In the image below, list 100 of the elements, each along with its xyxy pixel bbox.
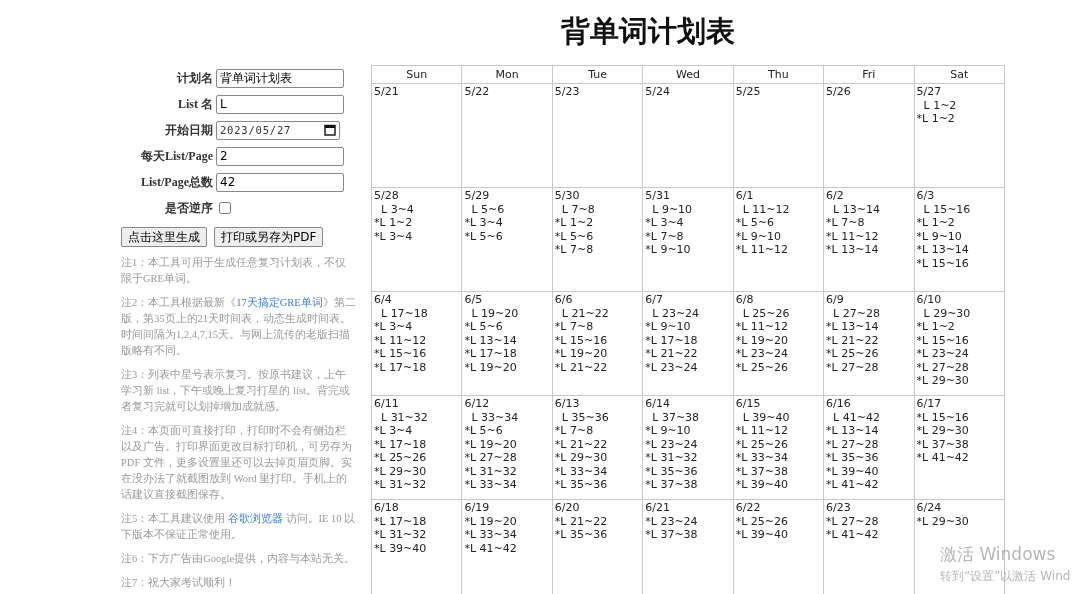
- review-entry: *L 41~42: [826, 478, 880, 492]
- review-entry: *L 13~14: [916, 243, 970, 257]
- new-list-entry: L 19~20: [470, 306, 520, 320]
- new-list-entry: L 13~14: [832, 202, 881, 216]
- weekday-header: Tue: [552, 65, 643, 84]
- checkbox[interactable]: [219, 202, 231, 214]
- new-list-entry: L 29~30: [922, 306, 972, 320]
- review-entry: *L 33~34: [554, 464, 609, 478]
- note-text: 注3：列表中星号表示复习。按原书建议，上午学习新 list，下午或晚上复习打星的 list。背完或者复习完就可以划掉增加成就感。: [121, 368, 351, 414]
- text-field[interactable]: 42: [216, 172, 344, 192]
- day-date: 6/3: [916, 189, 936, 203]
- review-entry: *L 11~12: [374, 333, 428, 347]
- review-entry: *L 11~12: [826, 229, 880, 243]
- review-entry: *L 17~18: [374, 360, 428, 374]
- weekday-header: Sat: [914, 65, 1005, 84]
- review-entry: *L 5~6: [464, 229, 504, 243]
- review-entry: *L 21~22: [554, 360, 609, 374]
- text-field[interactable]: 背单词计划表: [216, 68, 344, 88]
- review-entry: *L 27~28: [826, 437, 880, 451]
- review-entry: *L 21~22: [554, 514, 609, 528]
- review-entry: *L 1~2: [916, 216, 956, 230]
- text-field[interactable]: 2: [216, 146, 344, 166]
- review-entry: *L 7~8: [554, 424, 595, 438]
- field-label: 每天List/Page: [140, 147, 213, 165]
- review-entry: *L 29~30: [374, 464, 428, 478]
- day-date: 6/9: [826, 293, 845, 307]
- day-date: 5/21: [374, 85, 400, 99]
- note-text: 注4：本页面可直接打印，打印时不会有侧边栏以及广告。打印界面更改目标打印机，可另存为 PDF 文件，更多设置里还可以去掉页眉页脚。实在没办法了就截图放到 Word 里打印。手机上的话建议直接截图保存。: [121, 424, 353, 502]
- print-button[interactable]: 打印或另存为PDF: [214, 227, 324, 247]
- day-date: 5/26: [826, 85, 852, 99]
- day-date: 6/15: [735, 397, 762, 411]
- review-entry: *L 35~36: [826, 451, 880, 465]
- review-entry: *L 27~28: [464, 451, 518, 465]
- new-list-entry: L 35~36: [560, 410, 610, 424]
- review-entry: *L 13~14: [826, 424, 880, 438]
- review-entry: *L 39~40: [374, 541, 428, 555]
- review-entry: *L 1~2: [916, 112, 956, 126]
- review-entry: *L 37~38: [916, 437, 970, 451]
- review-entry: *L 7~8: [826, 216, 866, 230]
- review-entry: *L 19~20: [554, 347, 609, 361]
- day-date: 6/14: [645, 397, 671, 411]
- review-entry: *L 11~12: [735, 320, 790, 334]
- review-entry: *L 39~40: [826, 464, 880, 478]
- review-entry: *L 27~28: [826, 360, 880, 374]
- review-entry: *L 29~30: [916, 424, 970, 438]
- review-entry: *L 5~6: [464, 320, 504, 334]
- generate-button[interactable]: 点击这里生成: [121, 227, 207, 247]
- review-entry: *L 41~42: [464, 541, 518, 555]
- new-list-entry: L 39~40: [741, 410, 791, 424]
- review-entry: *L 15~16: [916, 256, 970, 270]
- review-entry: *L 33~34: [464, 528, 518, 542]
- day-date: 5/23: [554, 85, 581, 99]
- calendar-icon[interactable]: [324, 124, 336, 136]
- review-entry: *L 37~38: [735, 464, 790, 478]
- review-entry: *L 35~36: [554, 528, 609, 542]
- review-entry: *L 3~4: [374, 424, 414, 438]
- review-entry: *L 31~32: [374, 528, 428, 542]
- date-field[interactable]: 2023/05/27: [216, 120, 340, 140]
- review-entry: *L 9~10: [645, 243, 692, 257]
- review-entry: *L 9~10: [916, 229, 963, 243]
- review-entry: *L 9~10: [645, 424, 692, 438]
- day-date: 6/21: [645, 501, 671, 515]
- review-entry: *L 19~20: [464, 514, 518, 528]
- review-entry: *L 15~16: [916, 333, 970, 347]
- review-entry: *L 7~8: [554, 243, 595, 257]
- review-entry: *L 5~6: [735, 216, 776, 230]
- day-date: 6/2: [826, 189, 845, 203]
- day-date: 6/19: [464, 501, 491, 515]
- review-entry: *L 19~20: [464, 437, 518, 451]
- new-list-entry: L 31~32: [380, 410, 429, 424]
- new-list-entry: L 3~4: [380, 202, 415, 216]
- review-entry: *L 13~14: [464, 333, 518, 347]
- review-entry: *L 9~10: [735, 229, 783, 243]
- review-entry: *L 9~10: [645, 320, 692, 334]
- review-entry: *L 39~40: [735, 478, 790, 492]
- day-date: 6/18: [374, 501, 400, 515]
- review-entry: *L 21~22: [645, 347, 699, 361]
- day-date: 6/13: [554, 397, 581, 411]
- review-entry: *L 15~16: [554, 333, 609, 347]
- review-entry: *L 1~2: [916, 320, 956, 334]
- day-date: 6/12: [464, 397, 491, 411]
- day-date: 6/5: [464, 293, 484, 307]
- note-link[interactable]: 谷歌浏览器: [227, 513, 283, 524]
- note-link[interactable]: 17天搞定GRE单词: [236, 297, 323, 308]
- new-list-entry: L 7~8: [560, 202, 596, 216]
- day-date: 6/23: [826, 501, 852, 515]
- day-date: 5/30: [554, 189, 581, 203]
- review-entry: *L 7~8: [554, 320, 595, 334]
- day-date: 6/10: [916, 293, 943, 307]
- review-entry: *L 27~28: [916, 360, 970, 374]
- review-entry: *L 11~12: [735, 424, 790, 438]
- day-date: 6/1: [735, 189, 755, 203]
- day-date: 6/8: [735, 293, 755, 307]
- review-entry: *L 25~26: [826, 347, 880, 361]
- review-entry: *L 13~14: [826, 243, 880, 257]
- new-list-entry: L 21~22: [560, 306, 610, 320]
- review-entry: *L 1~2: [554, 216, 595, 230]
- text-field[interactable]: L: [216, 94, 344, 114]
- field-label: List 名: [177, 95, 213, 113]
- review-entry: *L 29~30: [554, 451, 609, 465]
